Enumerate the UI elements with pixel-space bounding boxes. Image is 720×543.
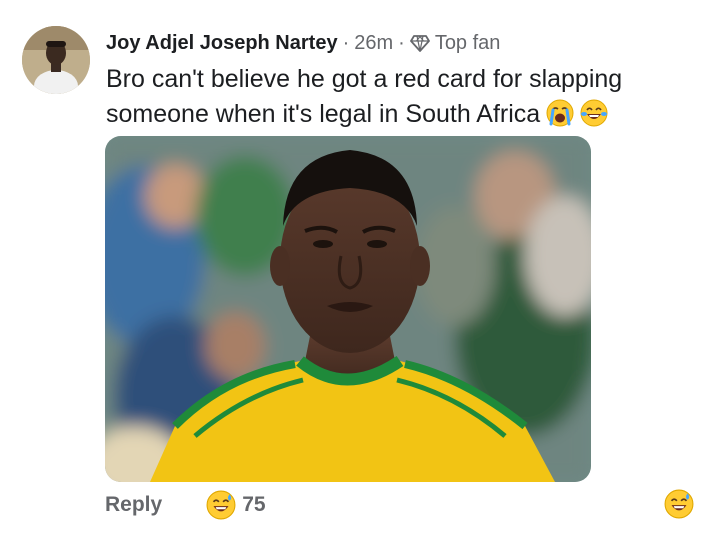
comment-footer: Reply 75 [105,490,695,520]
author-name[interactable]: Joy Adjel Joseph Nartey [106,32,338,55]
reaction-count: 75 [242,493,266,516]
tears-of-joy-face-icon [580,99,608,137]
reply-button[interactable]: Reply [105,493,162,517]
diamond-icon [409,35,430,52]
separator: · [398,31,405,54]
grinning-sweat-face-icon [206,490,236,520]
top-fan-badge: Top fan [409,31,501,55]
comment-text-block: Bro can't believe he got a red card for … [106,62,696,137]
separator: · [342,31,350,54]
author-avatar[interactable] [22,26,90,94]
comment-photo[interactable] [105,136,591,482]
react-button[interactable] [664,489,694,519]
comment: Joy Adjel Joseph Nartey · 26m · Top fan … [0,0,720,543]
loudly-crying-face-icon [546,99,574,137]
comment-header: Joy Adjel Joseph Nartey · 26m · Top fan [106,30,500,56]
badge-label: Top fan [434,31,501,54]
timestamp[interactable]: 26m [354,32,393,55]
reaction-summary[interactable]: 75 [206,490,266,520]
grinning-sweat-face-icon [664,489,694,519]
comment-text: Bro can't believe he got a red card for … [106,65,623,128]
